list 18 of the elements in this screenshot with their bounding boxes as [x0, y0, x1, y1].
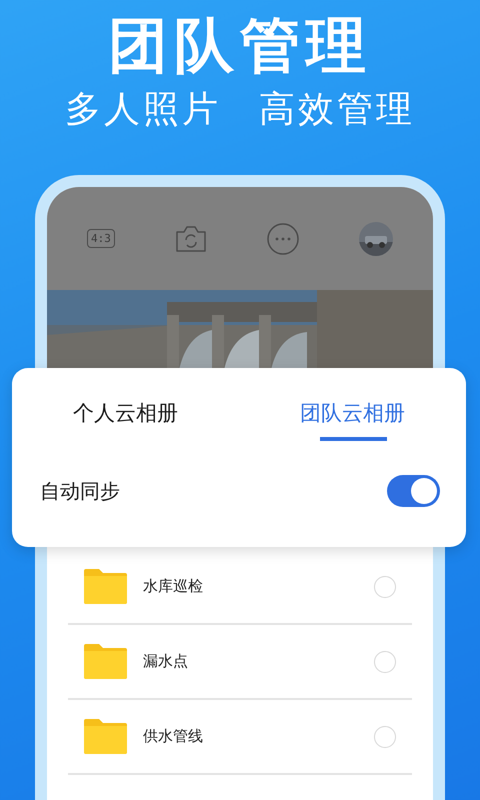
more-icon[interactable]: [266, 222, 299, 254]
toggle-switch[interactable]: [387, 475, 440, 507]
page-title: 团队管理: [108, 10, 372, 82]
switch-camera-icon[interactable]: [174, 224, 207, 252]
album-tab[interactable]: 团队云相册: [239, 368, 466, 454]
subtitle: 高效管理: [259, 88, 415, 132]
folder-icon: [84, 644, 127, 679]
folder-icon: [84, 719, 127, 754]
subtitle: 多人照片: [65, 88, 221, 132]
folder-icon: [84, 569, 127, 604]
select-radio[interactable]: [374, 726, 396, 748]
folder-name[interactable]: 漏水点: [143, 652, 374, 671]
select-radio[interactable]: [374, 576, 396, 598]
select-radio[interactable]: [374, 650, 396, 672]
auto-sync-label: 自动同步: [40, 478, 120, 504]
album-tab[interactable]: 个人云相册: [12, 368, 239, 454]
folder-name[interactable]: 水库巡检: [143, 577, 374, 596]
folder-name[interactable]: 供水管线: [143, 727, 374, 746]
